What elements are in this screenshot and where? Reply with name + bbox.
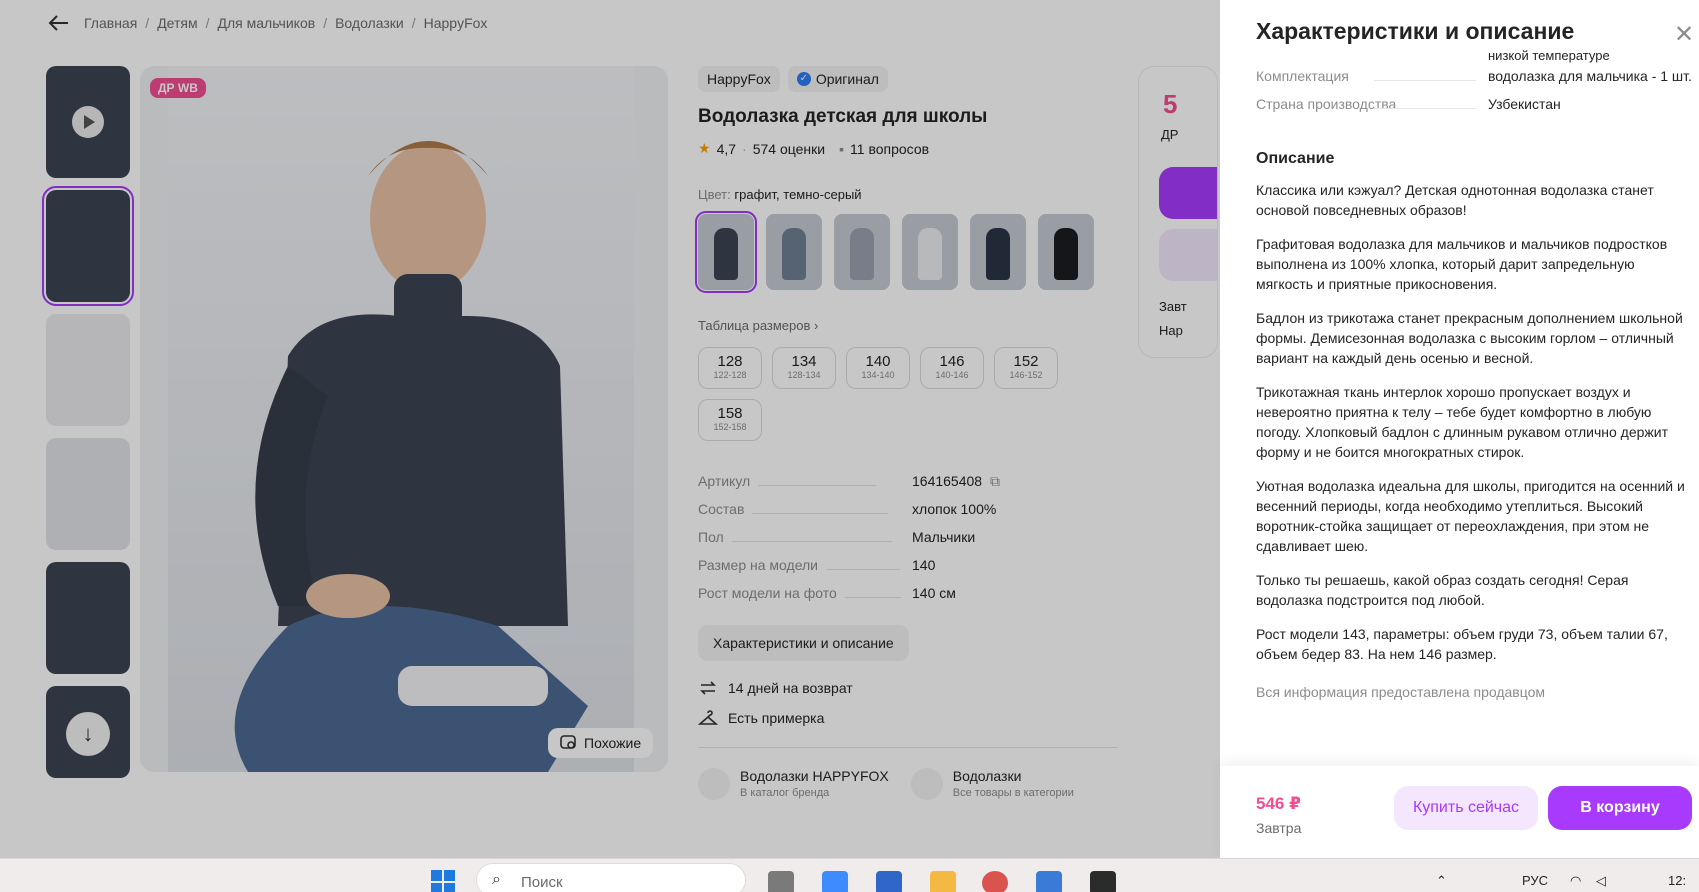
clock[interactable]: 12:: [1668, 873, 1686, 888]
folder-icon[interactable]: [930, 871, 956, 892]
modal-backdrop[interactable]: [0, 0, 1220, 858]
search-icon: ⌕: [492, 871, 501, 888]
panel-footer: 546 ₽ Завтра Купить сейчас В корзину: [1220, 766, 1699, 858]
powershell-icon[interactable]: [1036, 871, 1062, 892]
close-icon[interactable]: ✕: [1674, 20, 1694, 49]
terminal-icon[interactable]: [1090, 871, 1116, 892]
char-row: Страна производства Узбекистан: [1256, 96, 1561, 112]
panel-title: Характеристики и описание: [1256, 18, 1575, 44]
footer-delivery: Завтра: [1256, 820, 1302, 836]
buy-now-button[interactable]: Купить сейчас: [1394, 786, 1538, 830]
char-row: Комплектация водолазка для мальчика - 1 ш…: [1256, 68, 1692, 84]
partial-value: низкой температуре: [1488, 50, 1610, 63]
browser-icon[interactable]: [982, 871, 1008, 892]
store-icon[interactable]: [876, 871, 902, 892]
add-to-cart-button[interactable]: В корзину: [1548, 786, 1692, 830]
language-indicator[interactable]: РУС: [1522, 873, 1548, 888]
description-text: Классика или кэжуал? Детская однотонная …: [1256, 182, 1685, 662]
windows-start-icon[interactable]: [430, 869, 456, 892]
taskbar-search[interactable]: Поиск: [476, 863, 746, 892]
wifi-icon[interactable]: ◠: [1570, 873, 1581, 889]
characteristics-panel: Характеристики и описание ✕ низкой темпе…: [1220, 0, 1699, 858]
seller-disclaimer: Вся информация предоставлена продавцом: [1256, 684, 1546, 700]
taskbar: Поиск ⌕ ⌃ РУС ◠ ◁ 12:: [0, 858, 1699, 892]
chevron-up-icon[interactable]: ⌃: [1436, 873, 1447, 889]
description-title: Описание: [1256, 150, 1335, 167]
panel-content[interactable]: низкой температуре Комплектация водолазка…: [1256, 50, 1692, 758]
copilot-icon[interactable]: [822, 871, 848, 892]
footer-price: 546 ₽: [1256, 794, 1301, 813]
task-view-icon[interactable]: [768, 871, 794, 892]
volume-icon[interactable]: ◁: [1596, 873, 1606, 889]
